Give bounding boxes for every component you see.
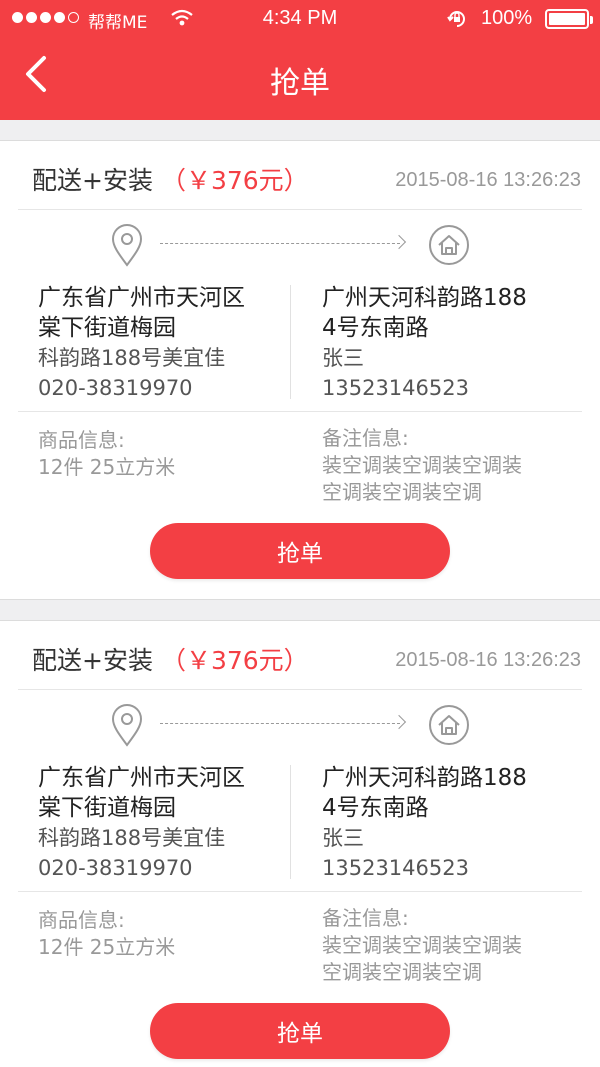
- goods-info-value: 12件 25立方米: [38, 935, 176, 959]
- page-title: 抢单: [270, 66, 330, 101]
- route-arrow-line: [160, 243, 400, 244]
- service-type: 配送+安装: [32, 646, 153, 675]
- recipient-name: 张三: [322, 826, 364, 850]
- recipient-phone: 13523146523: [322, 856, 469, 880]
- pickup-address-line1: 广东省广州市天河区: [38, 765, 245, 791]
- pickup-address-line2: 棠下街道梅园: [38, 795, 176, 821]
- delivery-address-line1: 广州天河科韵路188: [322, 285, 527, 311]
- route-indicator: [0, 703, 600, 747]
- pickup-phone: 020-38319970: [38, 856, 193, 880]
- goods-info-value: 12件 25立方米: [38, 455, 176, 479]
- arrow-right-icon: [391, 714, 407, 730]
- order-card: 配送+安装 （￥376元） 2015-08-16 13:26:23 广东省广州市天…: [0, 140, 600, 600]
- divider: [18, 209, 582, 210]
- order-price: （￥376元）: [160, 166, 309, 195]
- arrow-right-icon: [391, 234, 407, 250]
- recipient-name: 张三: [322, 346, 364, 370]
- pickup-address-line1: 广东省广州市天河区: [38, 285, 245, 311]
- pickup-address-line2: 棠下街道梅园: [38, 315, 176, 341]
- pickup-address: 广东省广州市天河区 棠下街道梅园 科韵路188号美宜佳 020-38319970: [38, 763, 278, 883]
- recipient-phone: 13523146523: [322, 376, 469, 400]
- order-price: （￥376元）: [160, 646, 309, 675]
- location-pin-icon: [111, 704, 143, 747]
- order-datetime: 2015-08-16 13:26:23: [395, 169, 581, 191]
- remark-info: 备注信息: 装空调装空调装空调装 空调装空调装空调: [322, 425, 562, 506]
- pickup-phone: 020-38319970: [38, 376, 193, 400]
- delivery-address: 广州天河科韵路188 4号东南路 张三 13523146523: [322, 763, 562, 883]
- divider: [18, 689, 582, 690]
- remark-line2: 空调装空调装空调: [322, 480, 482, 504]
- order-card: 配送+安装 （￥376元） 2015-08-16 13:26:23 广东省广州市天…: [0, 620, 600, 1067]
- grab-order-button[interactable]: 抢单: [150, 1003, 450, 1059]
- vertical-divider: [290, 285, 291, 399]
- route-indicator: [0, 223, 600, 267]
- goods-info-label: 商品信息:: [38, 908, 125, 932]
- goods-info: 商品信息: 12件 25立方米: [38, 427, 175, 481]
- order-title: 配送+安装 （￥376元）: [32, 641, 309, 677]
- grab-order-button[interactable]: 抢单: [150, 523, 450, 579]
- remark-line1: 装空调装空调装空调装: [322, 933, 522, 957]
- delivery-address: 广州天河科韵路188 4号东南路 张三 13523146523: [322, 283, 562, 403]
- status-bar: 帮帮ME 4:34 PM 100%: [0, 0, 600, 40]
- route-arrow-line: [160, 723, 400, 724]
- pickup-address-line3: 科韵路188号美宜佳: [38, 826, 226, 850]
- pickup-address-line3: 科韵路188号美宜佳: [38, 346, 226, 370]
- divider: [18, 411, 582, 412]
- divider: [18, 891, 582, 892]
- pickup-address: 广东省广州市天河区 棠下街道梅园 科韵路188号美宜佳 020-38319970: [38, 283, 278, 403]
- home-icon: [429, 225, 469, 265]
- app-header: 帮帮ME 4:34 PM 100% 抢单: [0, 0, 600, 120]
- location-pin-icon: [111, 224, 143, 267]
- order-datetime: 2015-08-16 13:26:23: [395, 649, 581, 671]
- rotation-lock-icon: [446, 8, 468, 36]
- delivery-address-line2: 4号东南路: [322, 795, 429, 821]
- goods-info: 商品信息: 12件 25立方米: [38, 907, 175, 961]
- battery-percent: 100%: [481, 7, 533, 29]
- goods-info-label: 商品信息:: [38, 428, 125, 452]
- remark-info: 备注信息: 装空调装空调装空调装 空调装空调装空调: [322, 905, 562, 986]
- order-title: 配送+安装 （￥376元）: [32, 161, 309, 197]
- delivery-address-line2: 4号东南路: [322, 315, 429, 341]
- delivery-address-line1: 广州天河科韵路188: [322, 765, 527, 791]
- remark-line1: 装空调装空调装空调装: [322, 453, 522, 477]
- service-type: 配送+安装: [32, 166, 153, 195]
- home-icon: [429, 705, 469, 745]
- vertical-divider: [290, 765, 291, 879]
- remark-label: 备注信息:: [322, 906, 409, 930]
- remark-line2: 空调装空调装空调: [322, 960, 482, 984]
- remark-label: 备注信息:: [322, 426, 409, 450]
- nav-bar: 抢单: [0, 40, 600, 120]
- battery-icon: [545, 9, 593, 29]
